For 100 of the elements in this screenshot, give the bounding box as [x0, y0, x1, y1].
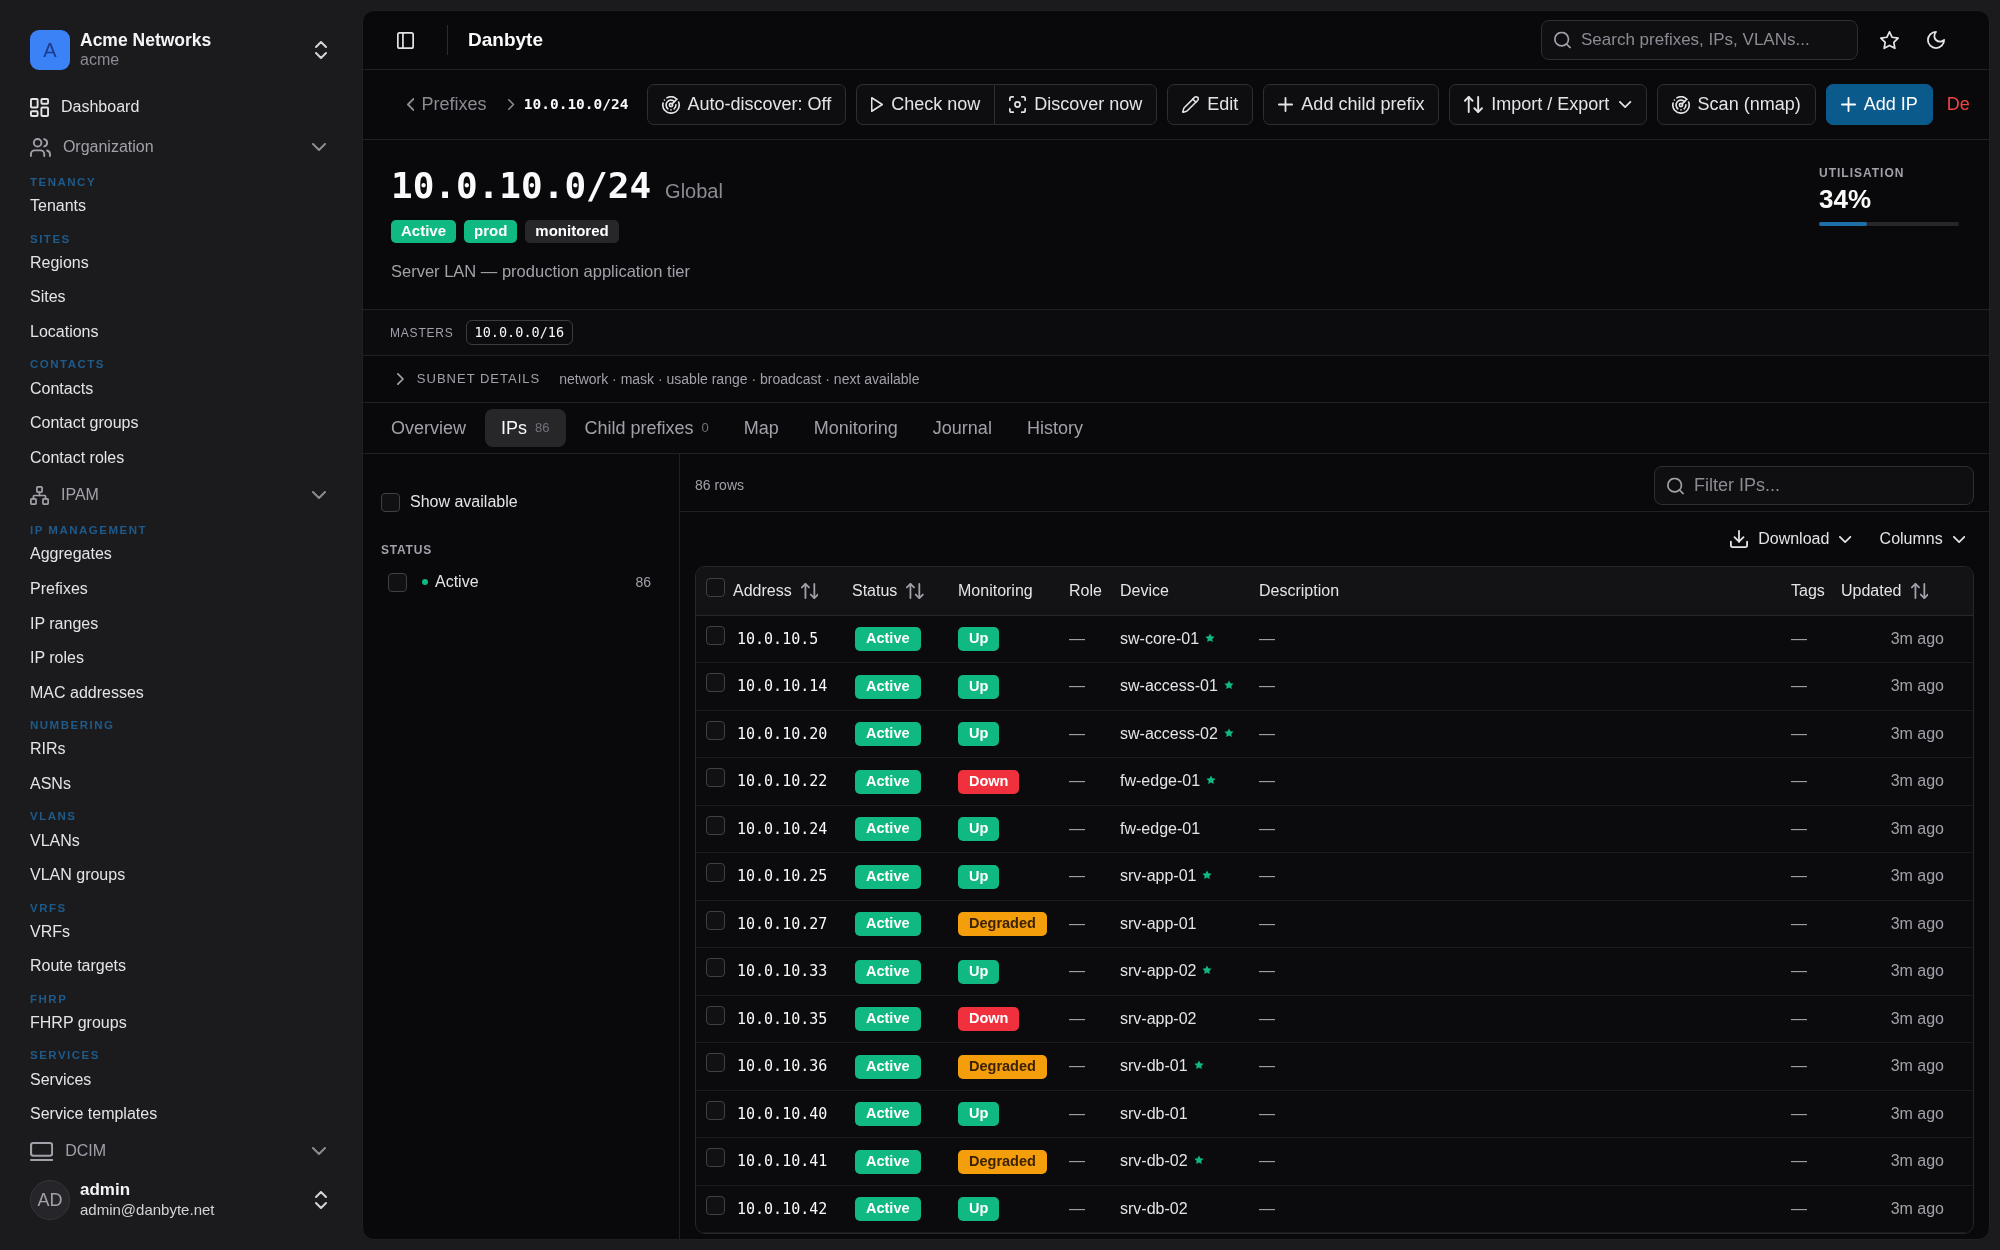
device-name[interactable]: sw-core-01 [1120, 629, 1200, 647]
row-checkbox[interactable] [706, 910, 725, 930]
checkbox[interactable] [706, 577, 725, 597]
row-checkbox[interactable] [706, 1053, 725, 1073]
device-name[interactable]: srv-db-02 [1120, 1199, 1188, 1217]
sidebar-group[interactable]: IPAM [30, 475, 327, 516]
download-button[interactable]: Download [1730, 527, 1852, 551]
row-checkbox[interactable] [706, 625, 725, 645]
sidebar-group[interactable]: DCIM [30, 1131, 327, 1172]
tab[interactable]: IPs 86 [485, 409, 566, 447]
tab[interactable]: History [1010, 409, 1099, 447]
sidebar-item[interactable]: ASNs [30, 766, 327, 802]
ip-address[interactable]: 10.0.10.42 [737, 1199, 828, 1218]
sidebar-item[interactable]: Sites [30, 280, 327, 315]
ip-address[interactable]: 10.0.10.24 [737, 819, 828, 838]
sidebar-item[interactable]: VLAN groups [30, 857, 327, 893]
chevrons-up-down-icon[interactable] [315, 1191, 327, 1209]
sidebar-item[interactable]: Route targets [30, 949, 327, 984]
ip-address[interactable]: 10.0.10.5 [737, 629, 819, 648]
sidebar-item[interactable]: Aggregates [30, 537, 327, 572]
search-field[interactable]: Search prefixes, IPs, VLANs... [1541, 20, 1858, 60]
sidebar-item[interactable]: VLANs [30, 823, 327, 858]
ip-address[interactable]: 10.0.10.27 [737, 914, 828, 933]
subnet-details-toggle[interactable]: SUBNET DETAILS [397, 369, 541, 389]
primary-button[interactable]: Add IP [1825, 84, 1933, 125]
sidebar-item[interactable]: Regions [30, 245, 327, 281]
device-name[interactable]: sw-access-02 [1120, 724, 1218, 742]
ip-address[interactable]: 10.0.10.36 [737, 1057, 828, 1076]
sidebar-item[interactable]: MAC addresses [30, 675, 327, 711]
sidebar-item[interactable]: Service templates [30, 1096, 327, 1132]
toolbar-button[interactable]: Edit [1167, 84, 1254, 125]
toolbar-button[interactable]: Auto-discover: Off [646, 84, 847, 125]
row-checkbox[interactable] [706, 1100, 725, 1120]
sidebar-item[interactable]: RIRs [30, 732, 327, 767]
device-name[interactable]: fw-edge-01 [1120, 819, 1201, 837]
device-name[interactable]: srv-app-02 [1120, 1009, 1197, 1027]
sidebar-item[interactable]: Tenants [30, 189, 327, 224]
row-checkbox[interactable] [706, 673, 725, 693]
tab[interactable]: Map [727, 409, 795, 447]
toolbar-button[interactable]: Scan (nmap) [1656, 84, 1816, 125]
sidebar-item[interactable]: Locations [30, 314, 327, 350]
sidebar-item[interactable]: Services [30, 1062, 327, 1097]
column-header[interactable]: Status [852, 578, 925, 603]
device-name[interactable]: srv-db-02 [1120, 1152, 1188, 1170]
tab[interactable]: Monitoring [797, 409, 914, 447]
sidebar-item[interactable]: IP roles [30, 640, 327, 676]
tab[interactable]: Journal [916, 409, 1008, 447]
dropdown-button[interactable]: Import / Export [1449, 84, 1647, 125]
ip-address[interactable]: 10.0.10.20 [737, 724, 828, 743]
device-name[interactable]: fw-edge-01 [1120, 772, 1201, 790]
sidebar-item[interactable]: Prefixes [30, 571, 327, 607]
ip-address[interactable]: 10.0.10.25 [737, 867, 828, 886]
row-checkbox[interactable] [706, 1195, 725, 1215]
ip-address[interactable]: 10.0.10.33 [737, 962, 828, 981]
sidebar-toggle-icon[interactable] [397, 31, 414, 49]
star-icon[interactable] [1880, 30, 1899, 50]
checkbox[interactable] [388, 572, 407, 592]
device-name[interactable]: srv-db-01 [1120, 1057, 1188, 1075]
column-header[interactable]: Address [733, 578, 819, 603]
checkbox[interactable] [381, 492, 400, 512]
sidebar-item[interactable]: Dashboard [30, 87, 327, 127]
tab[interactable]: Overview [375, 409, 482, 447]
moon-icon[interactable] [1927, 31, 1945, 49]
toolbar-button[interactable]: Check now [856, 84, 995, 125]
sidebar-item[interactable]: Contact roles [30, 440, 327, 476]
device-name[interactable]: srv-app-02 [1120, 962, 1197, 980]
device-name[interactable]: srv-app-01 [1120, 914, 1197, 932]
row-checkbox[interactable] [706, 958, 725, 978]
ip-address[interactable]: 10.0.10.35 [737, 1009, 828, 1028]
chevron-left-icon[interactable] [407, 98, 415, 111]
chevrons-up-down-icon[interactable] [315, 41, 327, 59]
row-checkbox[interactable] [706, 1005, 725, 1025]
ip-address[interactable]: 10.0.10.14 [737, 677, 828, 696]
danger-button[interactable]: De [1942, 84, 1970, 125]
ip-address[interactable]: 10.0.10.22 [737, 772, 828, 791]
sidebar-item[interactable]: Contacts [30, 371, 327, 406]
toolbar-button[interactable]: Discover now [994, 84, 1158, 125]
row-checkbox[interactable] [706, 815, 725, 835]
row-checkbox[interactable] [706, 768, 725, 788]
row-checkbox[interactable] [706, 720, 725, 740]
prefix-chip[interactable]: 10.0.0.0/16 [465, 320, 573, 345]
device-name[interactable]: sw-access-01 [1120, 677, 1218, 695]
row-checkbox[interactable] [706, 1148, 725, 1168]
ip-address[interactable]: 10.0.10.41 [737, 1152, 828, 1171]
ip-address[interactable]: 10.0.10.40 [737, 1104, 828, 1123]
sidebar-item[interactable]: Contact groups [30, 405, 327, 441]
sidebar-item[interactable]: VRFs [30, 914, 327, 950]
sidebar-group[interactable]: Organization [30, 127, 327, 167]
device-name[interactable]: srv-db-01 [1120, 1104, 1188, 1122]
breadcrumb-link[interactable]: Prefixes [421, 91, 487, 118]
sidebar-item[interactable]: IP ranges [30, 606, 327, 641]
device-name[interactable]: srv-app-01 [1120, 867, 1197, 885]
sidebar-item[interactable]: FHRP groups [30, 1005, 327, 1041]
columns-button[interactable]: Columns [1879, 527, 1965, 551]
status-badge: Active [855, 1007, 921, 1032]
column-header[interactable]: Updated [1841, 578, 1929, 603]
row-checkbox[interactable] [706, 863, 725, 883]
toolbar-button[interactable]: Add child prefix [1263, 84, 1440, 125]
filter-field[interactable]: Filter IPs... [1654, 466, 1974, 505]
tab[interactable]: Child prefixes 0 [568, 409, 725, 447]
